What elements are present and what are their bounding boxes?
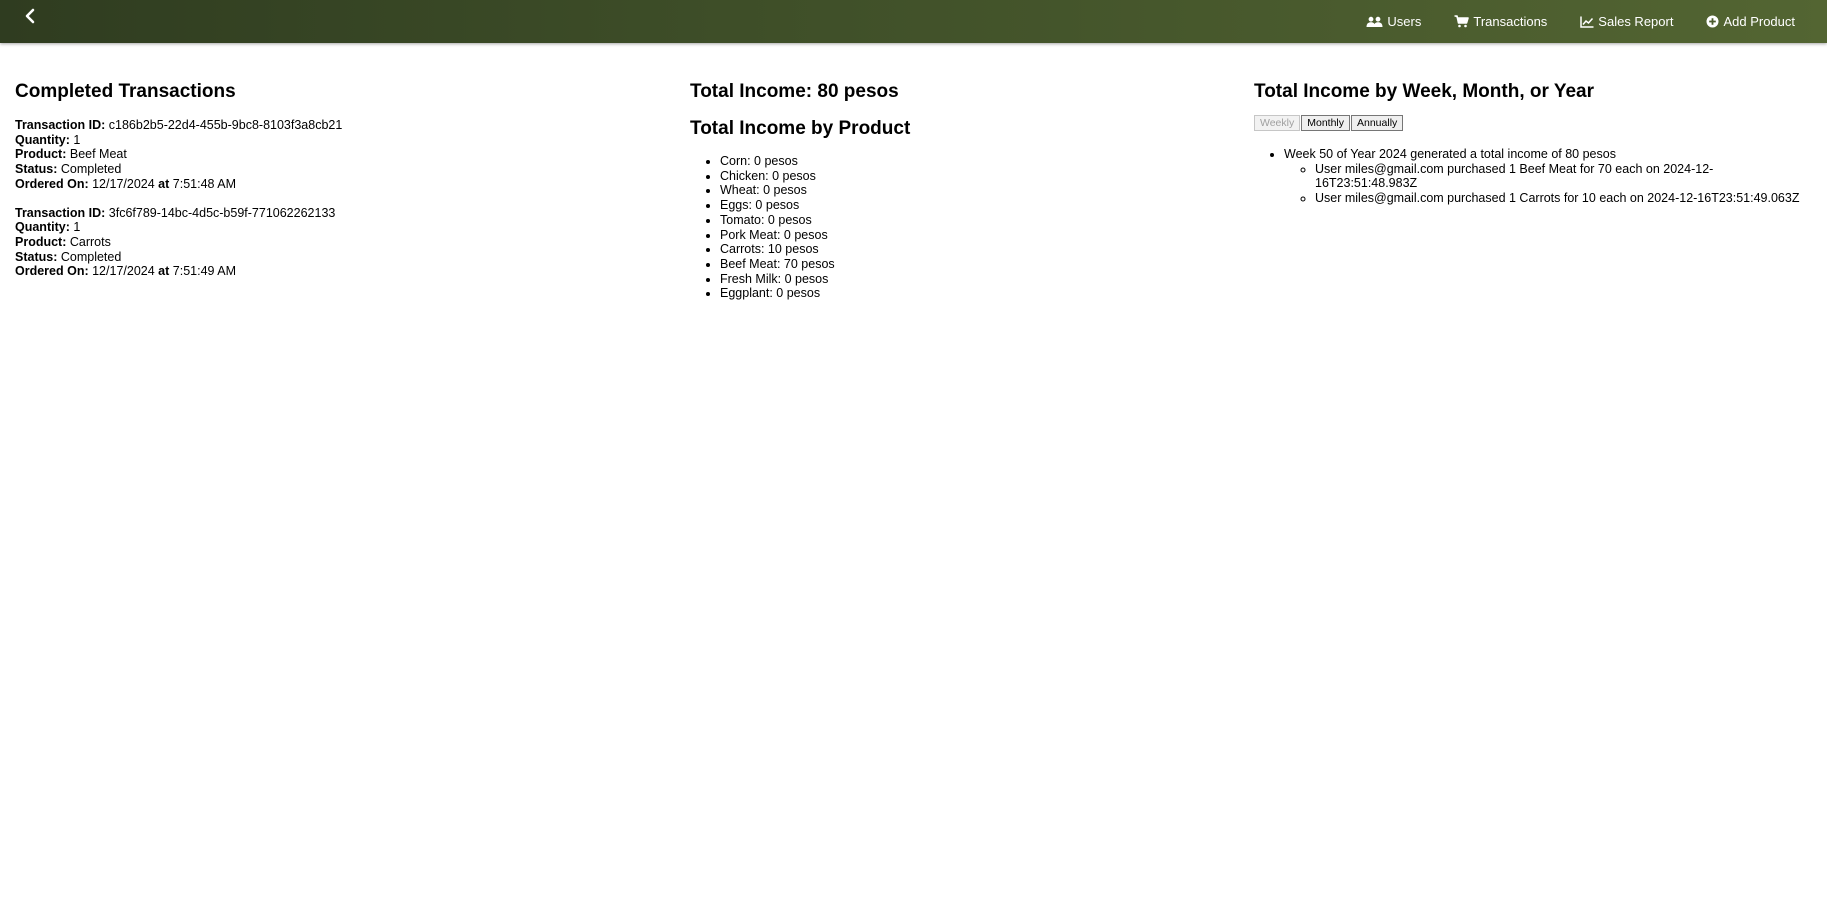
nav-users-label: Users: [1387, 14, 1422, 29]
list-item: Fresh Milk: 0 pesos: [720, 272, 1210, 287]
ordered-on-row: Ordered On: 12/17/2024 at 7:51:48 AM: [15, 177, 655, 192]
nav-add-product-label: Add Product: [1723, 14, 1795, 29]
ordered-on-row: Ordered On: 12/17/2024 at 7:51:49 AM: [15, 264, 655, 279]
status-value: Completed: [60, 249, 122, 264]
week-summary: Week 50 of Year 2024 generated a total i…: [1284, 147, 1616, 161]
period-toggle-group: Weekly Monthly Annually: [1254, 115, 1814, 131]
cart-icon: [1454, 15, 1470, 28]
nav-add-product[interactable]: Add Product: [1706, 14, 1795, 29]
list-item: Pork Meat: 0 pesos: [720, 228, 1210, 243]
quantity-row: Quantity: 1: [15, 133, 655, 148]
chevron-left-icon: [25, 8, 35, 24]
list-item: Wheat: 0 pesos: [720, 183, 1210, 198]
plus-circle-icon: [1706, 15, 1719, 28]
quantity-value: 1: [73, 220, 81, 235]
transaction-id-value: 3fc6f789-14bc-4d5c-b59f-771062262133: [108, 205, 336, 220]
list-item: Eggs: 0 pesos: [720, 198, 1210, 213]
list-item: Eggplant: 0 pesos: [720, 286, 1210, 301]
list-item: User miles@gmail.com purchased 1 Carrots…: [1315, 191, 1814, 206]
list-item: Tomato: 0 pesos: [720, 213, 1210, 228]
ordered-on-label: Ordered On:: [15, 264, 89, 279]
total-income-title: Total Income: 80 pesos: [690, 81, 899, 102]
income-by-product-title: Total Income by Product: [690, 118, 911, 139]
product-row: Product: Carrots: [15, 235, 655, 250]
status-value: Completed: [60, 162, 122, 177]
at-label: at: [158, 176, 170, 191]
list-item: User miles@gmail.com purchased 1 Beef Me…: [1315, 162, 1814, 191]
quantity-label: Quantity:: [15, 132, 70, 147]
ordered-time-value: 7:51:48 AM: [172, 176, 237, 191]
quantity-row: Quantity: 1: [15, 220, 655, 235]
transaction-id-row: Transaction ID: c186b2b5-22d4-455b-9bc8-…: [15, 118, 655, 133]
status-label: Status:: [15, 162, 58, 177]
transaction-id-label: Transaction ID:: [15, 118, 106, 132]
list-item: Chicken: 0 pesos: [720, 169, 1210, 184]
users-icon: [1366, 16, 1383, 27]
income-section: Total Income: 80 pesos Total Income by P…: [690, 80, 1210, 301]
monthly-button[interactable]: Monthly: [1301, 115, 1350, 131]
quantity-value: 1: [73, 132, 81, 147]
transaction-id-value: c186b2b5-22d4-455b-9bc8-8103f3a8cb21: [108, 118, 343, 132]
income-by-period-section: Total Income by Week, Month, or Year Wee…: [1254, 80, 1814, 206]
status-row: Status: Completed: [15, 162, 655, 177]
transaction-id-label: Transaction ID:: [15, 205, 106, 220]
ordered-time-value: 7:51:49 AM: [172, 264, 237, 279]
product-row: Product: Beef Meat: [15, 147, 655, 162]
ordered-date-value: 12/17/2024: [92, 264, 155, 279]
completed-transactions-section: Completed Transactions Transaction ID: c…: [15, 80, 655, 279]
list-item: Corn: 0 pesos: [720, 154, 1210, 169]
transaction-id-row: Transaction ID: 3fc6f789-14bc-4d5c-b59f-…: [15, 206, 655, 221]
status-row: Status: Completed: [15, 250, 655, 265]
at-label: at: [158, 264, 170, 279]
line-chart-icon: [1580, 16, 1594, 28]
nav-transactions[interactable]: Transactions: [1454, 14, 1547, 29]
ordered-on-label: Ordered On:: [15, 176, 89, 191]
ordered-date-value: 12/17/2024: [92, 176, 155, 191]
back-button[interactable]: [20, 6, 40, 26]
nav-sales-report-label: Sales Report: [1598, 14, 1674, 29]
status-label: Status:: [15, 249, 58, 264]
product-value: Beef Meat: [69, 147, 127, 162]
nav-sales-report[interactable]: Sales Report: [1580, 14, 1673, 29]
income-by-product-list: Corn: 0 pesos Chicken: 0 pesos Wheat: 0 …: [690, 154, 1210, 301]
quantity-label: Quantity:: [15, 220, 70, 235]
product-label: Product:: [15, 147, 67, 162]
list-item: Week 50 of Year 2024 generated a total i…: [1284, 147, 1814, 206]
top-navigation-bar: Users Transactions Sales Report Add Prod…: [0, 0, 1827, 43]
list-item: Carrots: 10 pesos: [720, 242, 1210, 257]
transaction-card: Transaction ID: 3fc6f789-14bc-4d5c-b59f-…: [15, 206, 655, 280]
nav-transactions-label: Transactions: [1473, 14, 1548, 29]
transaction-card: Transaction ID: c186b2b5-22d4-455b-9bc8-…: [15, 118, 655, 192]
product-label: Product:: [15, 234, 67, 249]
weekly-button[interactable]: Weekly: [1254, 115, 1301, 131]
nav-menu: Users Transactions Sales Report Add Prod…: [1366, 0, 1827, 43]
income-by-period-title: Total Income by Week, Month, or Year: [1254, 81, 1594, 102]
annually-button[interactable]: Annually: [1351, 115, 1404, 131]
list-item: Beef Meat: 70 pesos: [720, 257, 1210, 272]
purchase-detail-list: User miles@gmail.com purchased 1 Beef Me…: [1284, 162, 1814, 206]
completed-transactions-title: Completed Transactions: [15, 81, 236, 102]
nav-users[interactable]: Users: [1366, 14, 1421, 29]
product-value: Carrots: [69, 234, 111, 249]
period-income-list: Week 50 of Year 2024 generated a total i…: [1254, 147, 1814, 206]
